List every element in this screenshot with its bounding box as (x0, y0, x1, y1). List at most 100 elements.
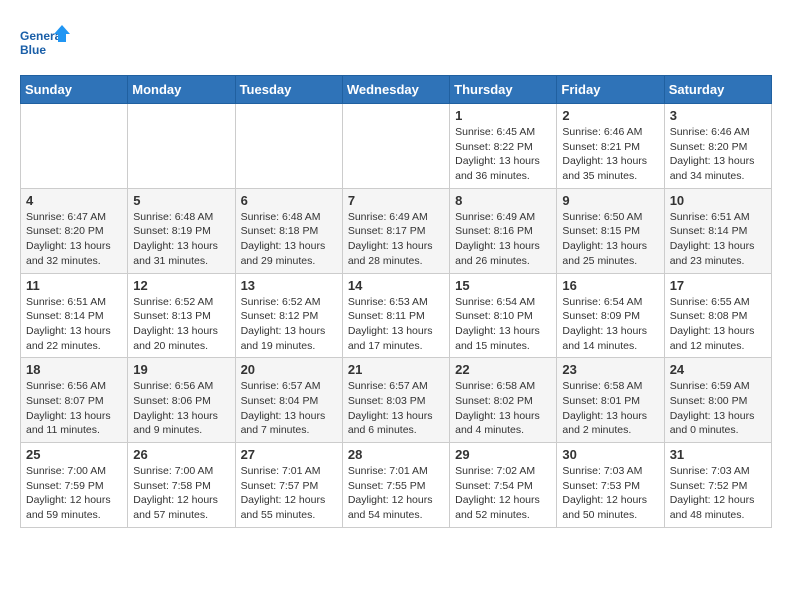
day-number: 13 (241, 278, 337, 293)
day-info: Sunrise: 6:48 AM Sunset: 8:19 PM Dayligh… (133, 210, 229, 269)
day-info: Sunrise: 6:57 AM Sunset: 8:03 PM Dayligh… (348, 379, 444, 438)
day-info: Sunrise: 6:47 AM Sunset: 8:20 PM Dayligh… (26, 210, 122, 269)
calendar-cell: 28Sunrise: 7:01 AM Sunset: 7:55 PM Dayli… (342, 443, 449, 528)
calendar-cell (235, 104, 342, 189)
weekday-header: Saturday (664, 76, 771, 104)
calendar-week-row: 25 Sunrise: 7:00 AM Sunset: 7:59 PM Dayli… (21, 443, 772, 528)
calendar-cell (128, 104, 235, 189)
calendar-week-row: 18 Sunrise: 6:56 AM Sunset: 8:07 PM Dayli… (21, 358, 772, 443)
calendar-week-row: 1Sunrise: 6:45 AM Sunset: 8:22 PM Daylig… (21, 104, 772, 189)
day-info: Sunrise: 6:51 AM Sunset: 8:14 PM Dayligh… (26, 295, 122, 354)
calendar-cell: 19 Sunrise: 6:56 AM Sunset: 8:06 PM Dayli… (128, 358, 235, 443)
day-number: 17 (670, 278, 766, 293)
calendar-cell: 24 Sunrise: 6:59 AM Sunset: 8:00 PM Dayli… (664, 358, 771, 443)
day-number: 10 (670, 193, 766, 208)
calendar-cell: 22 Sunrise: 6:58 AM Sunset: 8:02 PM Dayli… (450, 358, 557, 443)
day-info: Sunrise: 6:54 AM Sunset: 8:09 PM Dayligh… (562, 295, 658, 354)
calendar-cell: 5 Sunrise: 6:48 AM Sunset: 8:19 PM Daylig… (128, 188, 235, 273)
calendar-cell: 10Sunrise: 6:51 AM Sunset: 8:14 PM Dayli… (664, 188, 771, 273)
day-number: 23 (562, 362, 658, 377)
day-number: 18 (26, 362, 122, 377)
calendar-cell: 23 Sunrise: 6:58 AM Sunset: 8:01 PM Dayli… (557, 358, 664, 443)
calendar-cell: 4 Sunrise: 6:47 AM Sunset: 8:20 PM Daylig… (21, 188, 128, 273)
day-info: Sunrise: 6:52 AM Sunset: 8:12 PM Dayligh… (241, 295, 337, 354)
day-number: 26 (133, 447, 229, 462)
day-number: 14 (348, 278, 444, 293)
day-number: 6 (241, 193, 337, 208)
calendar-cell: 30 Sunrise: 7:03 AM Sunset: 7:53 PM Dayli… (557, 443, 664, 528)
day-number: 3 (670, 108, 766, 123)
calendar-cell: 1Sunrise: 6:45 AM Sunset: 8:22 PM Daylig… (450, 104, 557, 189)
day-info: Sunrise: 6:49 AM Sunset: 8:16 PM Dayligh… (455, 210, 551, 269)
day-info: Sunrise: 7:00 AM Sunset: 7:59 PM Dayligh… (26, 464, 122, 523)
calendar-cell: 16Sunrise: 6:54 AM Sunset: 8:09 PM Dayli… (557, 273, 664, 358)
day-info: Sunrise: 7:02 AM Sunset: 7:54 PM Dayligh… (455, 464, 551, 523)
calendar-cell: 12Sunrise: 6:52 AM Sunset: 8:13 PM Dayli… (128, 273, 235, 358)
calendar-cell (21, 104, 128, 189)
logo-svg: General Blue (20, 20, 70, 65)
weekday-header: Monday (128, 76, 235, 104)
calendar-cell (342, 104, 449, 189)
calendar-week-row: 4 Sunrise: 6:47 AM Sunset: 8:20 PM Daylig… (21, 188, 772, 273)
calendar-cell: 13 Sunrise: 6:52 AM Sunset: 8:12 PM Dayli… (235, 273, 342, 358)
day-info: Sunrise: 6:54 AM Sunset: 8:10 PM Dayligh… (455, 295, 551, 354)
day-info: Sunrise: 6:50 AM Sunset: 8:15 PM Dayligh… (562, 210, 658, 269)
calendar-cell: 25 Sunrise: 7:00 AM Sunset: 7:59 PM Dayli… (21, 443, 128, 528)
day-info: Sunrise: 6:59 AM Sunset: 8:00 PM Dayligh… (670, 379, 766, 438)
day-info: Sunrise: 6:58 AM Sunset: 8:02 PM Dayligh… (455, 379, 551, 438)
calendar-cell: 17 Sunrise: 6:55 AM Sunset: 8:08 PM Dayli… (664, 273, 771, 358)
day-info: Sunrise: 6:53 AM Sunset: 8:11 PM Dayligh… (348, 295, 444, 354)
calendar-cell: 7Sunrise: 6:49 AM Sunset: 8:17 PM Daylig… (342, 188, 449, 273)
day-number: 5 (133, 193, 229, 208)
logo: General Blue (20, 20, 70, 65)
weekday-header: Wednesday (342, 76, 449, 104)
day-info: Sunrise: 7:01 AM Sunset: 7:57 PM Dayligh… (241, 464, 337, 523)
day-info: Sunrise: 6:46 AM Sunset: 8:21 PM Dayligh… (562, 125, 658, 184)
day-number: 24 (670, 362, 766, 377)
calendar-cell: 6Sunrise: 6:48 AM Sunset: 8:18 PM Daylig… (235, 188, 342, 273)
calendar-cell: 20 Sunrise: 6:57 AM Sunset: 8:04 PM Dayli… (235, 358, 342, 443)
day-number: 19 (133, 362, 229, 377)
calendar-header-row: SundayMondayTuesdayWednesdayThursdayFrid… (21, 76, 772, 104)
calendar-cell: 14 Sunrise: 6:53 AM Sunset: 8:11 PM Dayli… (342, 273, 449, 358)
day-number: 25 (26, 447, 122, 462)
calendar-cell: 15 Sunrise: 6:54 AM Sunset: 8:10 PM Dayli… (450, 273, 557, 358)
weekday-header: Sunday (21, 76, 128, 104)
calendar-cell: 9Sunrise: 6:50 AM Sunset: 8:15 PM Daylig… (557, 188, 664, 273)
day-info: Sunrise: 7:00 AM Sunset: 7:58 PM Dayligh… (133, 464, 229, 523)
day-info: Sunrise: 6:57 AM Sunset: 8:04 PM Dayligh… (241, 379, 337, 438)
calendar-cell: 31 Sunrise: 7:03 AM Sunset: 7:52 PM Dayli… (664, 443, 771, 528)
day-info: Sunrise: 7:03 AM Sunset: 7:52 PM Dayligh… (670, 464, 766, 523)
weekday-header: Tuesday (235, 76, 342, 104)
calendar-cell: 2 Sunrise: 6:46 AM Sunset: 8:21 PM Daylig… (557, 104, 664, 189)
day-number: 4 (26, 193, 122, 208)
day-info: Sunrise: 6:52 AM Sunset: 8:13 PM Dayligh… (133, 295, 229, 354)
page-header: General Blue (20, 20, 772, 65)
day-number: 2 (562, 108, 658, 123)
calendar-cell: 27 Sunrise: 7:01 AM Sunset: 7:57 PM Dayli… (235, 443, 342, 528)
day-number: 8 (455, 193, 551, 208)
calendar-table: SundayMondayTuesdayWednesdayThursdayFrid… (20, 75, 772, 528)
weekday-header: Thursday (450, 76, 557, 104)
day-info: Sunrise: 6:56 AM Sunset: 8:07 PM Dayligh… (26, 379, 122, 438)
day-info: Sunrise: 6:56 AM Sunset: 8:06 PM Dayligh… (133, 379, 229, 438)
day-number: 29 (455, 447, 551, 462)
day-number: 30 (562, 447, 658, 462)
day-info: Sunrise: 6:55 AM Sunset: 8:08 PM Dayligh… (670, 295, 766, 354)
day-info: Sunrise: 7:01 AM Sunset: 7:55 PM Dayligh… (348, 464, 444, 523)
weekday-header: Friday (557, 76, 664, 104)
day-number: 20 (241, 362, 337, 377)
day-number: 11 (26, 278, 122, 293)
calendar-cell: 26 Sunrise: 7:00 AM Sunset: 7:58 PM Dayli… (128, 443, 235, 528)
calendar-cell: 21Sunrise: 6:57 AM Sunset: 8:03 PM Dayli… (342, 358, 449, 443)
day-info: Sunrise: 6:58 AM Sunset: 8:01 PM Dayligh… (562, 379, 658, 438)
day-number: 27 (241, 447, 337, 462)
day-info: Sunrise: 6:49 AM Sunset: 8:17 PM Dayligh… (348, 210, 444, 269)
day-number: 15 (455, 278, 551, 293)
day-number: 22 (455, 362, 551, 377)
day-number: 31 (670, 447, 766, 462)
calendar-cell: 18 Sunrise: 6:56 AM Sunset: 8:07 PM Dayli… (21, 358, 128, 443)
day-number: 1 (455, 108, 551, 123)
day-info: Sunrise: 7:03 AM Sunset: 7:53 PM Dayligh… (562, 464, 658, 523)
calendar-cell: 29 Sunrise: 7:02 AM Sunset: 7:54 PM Dayli… (450, 443, 557, 528)
